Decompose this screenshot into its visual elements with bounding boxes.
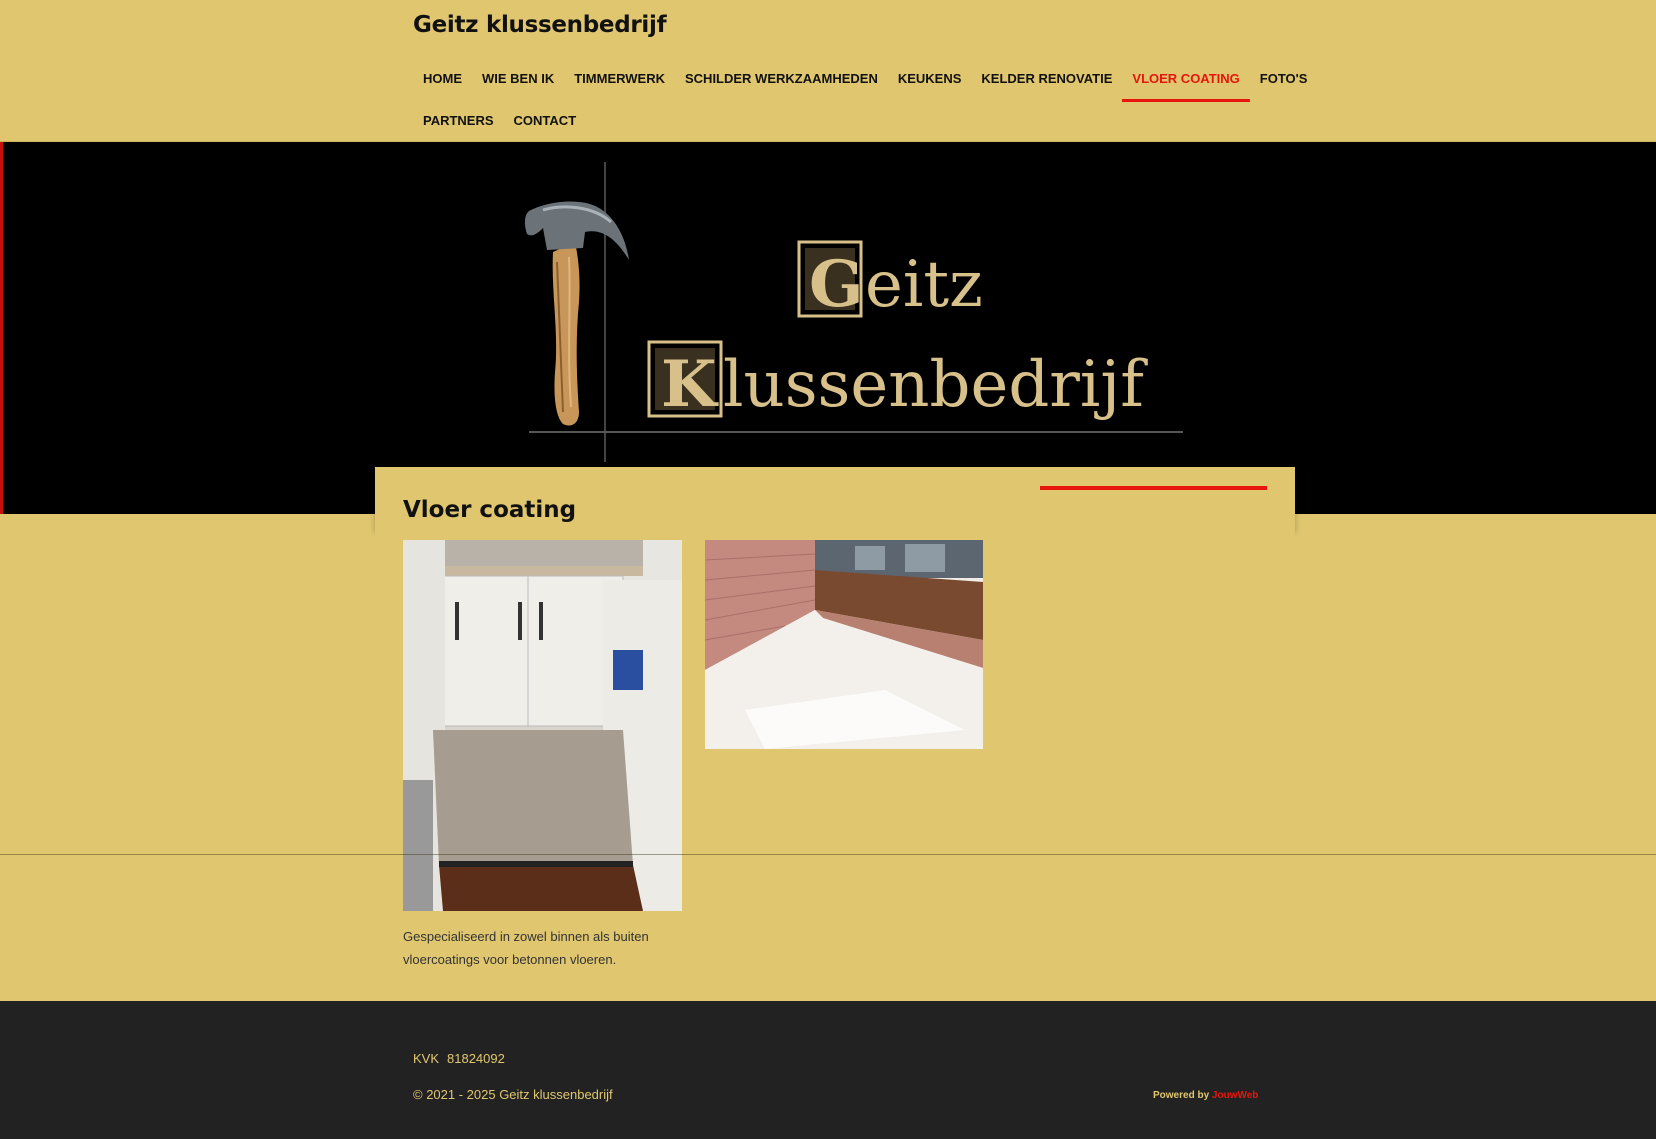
powered-by-label: Powered by: [1153, 1090, 1210, 1101]
nav-item-fotos[interactable]: FOTO'S: [1250, 58, 1318, 100]
site-title[interactable]: Geitz klussenbedrijf: [413, 12, 667, 38]
site-header: Geitz klussenbedrijf HOME WIE BEN IK TIM…: [0, 0, 1656, 142]
card-accent-bar: [1040, 486, 1267, 490]
section-divider: [0, 854, 1656, 855]
nav-item-keukens[interactable]: KEUKENS: [888, 58, 972, 100]
nav-item-wie-ben-ik[interactable]: WIE BEN IK: [472, 58, 564, 100]
jouwweb-link[interactable]: JouwWeb: [1212, 1090, 1258, 1101]
nav-item-timmerwerk[interactable]: TIMMERWERK: [564, 58, 675, 100]
hammer-icon: [524, 201, 629, 426]
nav-item-contact[interactable]: CONTACT: [504, 100, 587, 142]
kvk-number: 81824092: [447, 1051, 505, 1066]
copyright-text: © 2021 - 2025 Geitz klussenbedrijf: [413, 1087, 613, 1102]
nav-item-schilder-werkzaamheden[interactable]: SCHILDER WERKZAAMHEDEN: [675, 58, 888, 100]
nav-row-2: PARTNERS CONTACT: [413, 100, 1273, 142]
kvk-label: KVK: [413, 1051, 440, 1066]
svg-text:G: G: [809, 247, 864, 322]
nav-item-home[interactable]: HOME: [413, 58, 472, 100]
kvk-info: KVK 81824092: [413, 1051, 513, 1066]
main-nav: HOME WIE BEN IK TIMMERWERK SCHILDER WERK…: [413, 58, 1307, 142]
site-footer: KVK 81824092 © 2021 - 2025 Geitz klussenb…: [0, 1001, 1656, 1139]
description-text: Gespecialiseerd in zowel binnen als buit…: [403, 929, 649, 967]
page-title: Vloer coating: [403, 497, 577, 523]
nav-item-partners[interactable]: PARTNERS: [413, 100, 504, 142]
logo-text-geitz: eitz: [865, 248, 983, 322]
logo-text-klussenbedrijf: lussenbedrijf: [723, 348, 1148, 422]
photo-kitchen-floor[interactable]: [403, 540, 682, 911]
hero-banner: G eitz K lussenbedrijf: [0, 142, 1656, 514]
photo-balcony-floor[interactable]: [705, 540, 983, 749]
nav-item-kelder-renovatie[interactable]: KELDER RENOVATIE: [971, 58, 1122, 100]
svg-text:K: K: [661, 347, 719, 422]
powered-by: Powered by JouwWeb: [1153, 1090, 1258, 1101]
nav-item-vloer-coating[interactable]: VLOER COATING: [1122, 58, 1251, 102]
nav-row-1: HOME WIE BEN IK TIMMERWERK SCHILDER WERK…: [413, 58, 1307, 102]
company-logo: G eitz K lussenbedrijf: [524, 162, 1183, 462]
